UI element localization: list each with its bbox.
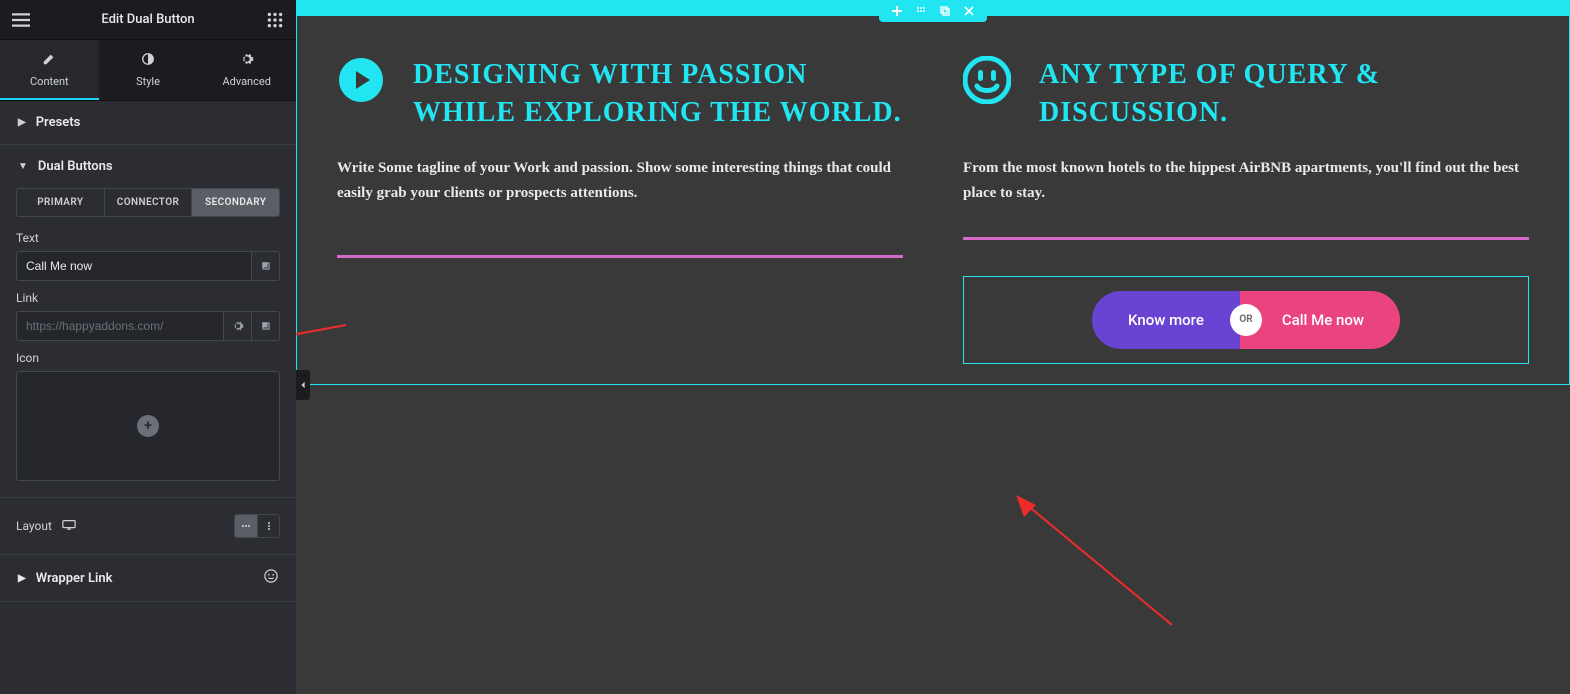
contrast-icon: [141, 52, 155, 69]
caret-right-icon: ▶: [18, 573, 26, 584]
add-icon[interactable]: +: [137, 415, 159, 437]
section-layout: Layout: [0, 498, 296, 555]
caret-down-icon: ▼: [18, 161, 28, 172]
columns: DESIGNING WITH PASSION WHILE EXPLORING T…: [337, 56, 1529, 364]
layout-stack-button[interactable]: [257, 515, 279, 537]
caret-right-icon: ▶: [18, 117, 26, 128]
dual-buttons-body: PRIMARY CONNECTOR SECONDARY Text Link: [0, 188, 296, 497]
smile-icon: [963, 56, 1011, 108]
layout-label: Layout: [16, 519, 52, 533]
desktop-icon[interactable]: [62, 518, 76, 535]
section-title: Wrapper Link: [36, 571, 113, 586]
menu-icon[interactable]: [12, 11, 30, 29]
right-text: From the most known hotels to the hippes…: [963, 156, 1529, 207]
tab-label: Advanced: [222, 75, 270, 88]
tab-label: Style: [136, 75, 160, 88]
section-title: Dual Buttons: [38, 159, 113, 174]
annotation-arrow: [1012, 495, 1192, 639]
link-input-row: [16, 311, 280, 341]
connector-badge: OR: [1230, 304, 1262, 336]
left-text: Write Some tagline of your Work and pass…: [337, 156, 903, 207]
text-input[interactable]: [17, 252, 251, 280]
primary-button[interactable]: Know more: [1092, 291, 1240, 349]
editor-sidebar: Edit Dual Button Content Style Advanced …: [0, 0, 296, 694]
sidebar-header: Edit Dual Button: [0, 0, 296, 40]
tab-content[interactable]: Content: [0, 40, 99, 100]
dual-button: Know more OR Call Me now: [1092, 291, 1400, 349]
play-icon: [337, 56, 385, 108]
secondary-button[interactable]: Call Me now: [1240, 291, 1400, 349]
right-title: ANY TYPE OF QUERY & DISCUSSION.: [1039, 56, 1529, 132]
dual-button-widget[interactable]: Know more OR Call Me now: [963, 276, 1529, 364]
section-presets: ▶ Presets: [0, 101, 296, 145]
section-content[interactable]: DESIGNING WITH PASSION WHILE EXPLORING T…: [296, 16, 1570, 385]
subtab-connector[interactable]: CONNECTOR: [104, 189, 192, 216]
button-subtabs: PRIMARY CONNECTOR SECONDARY: [16, 188, 280, 217]
widgets-grid-icon[interactable]: [266, 11, 284, 29]
collapse-panel-button[interactable]: [296, 370, 310, 400]
layout-controls: [234, 514, 280, 538]
link-input[interactable]: [17, 312, 223, 340]
text-label: Text: [16, 231, 280, 245]
pencil-icon: [42, 52, 56, 69]
link-options-button[interactable]: [223, 312, 251, 340]
subtab-primary[interactable]: PRIMARY: [17, 189, 104, 216]
column-left[interactable]: DESIGNING WITH PASSION WHILE EXPLORING T…: [337, 56, 903, 364]
tab-style[interactable]: Style: [99, 40, 198, 100]
section-dual-buttons: ▼ Dual Buttons PRIMARY CONNECTOR SECONDA…: [0, 145, 296, 498]
presets-header[interactable]: ▶ Presets: [0, 101, 296, 144]
text-input-row: [16, 251, 280, 281]
subtab-secondary[interactable]: SECONDARY: [191, 189, 279, 216]
link-label: Link: [16, 291, 280, 305]
wrapper-link-header[interactable]: ▶ Wrapper Link: [0, 555, 296, 601]
happy-icon: [264, 569, 278, 587]
tab-label: Content: [30, 75, 69, 88]
icon-picker[interactable]: +: [16, 371, 280, 481]
panel-title: Edit Dual Button: [101, 12, 194, 27]
section-wrapper-link: ▶ Wrapper Link: [0, 555, 296, 602]
section-title: Presets: [36, 115, 81, 130]
column-right[interactable]: ANY TYPE OF QUERY & DISCUSSION. From the…: [963, 56, 1529, 364]
dynamic-tags-button[interactable]: [251, 252, 279, 280]
divider: [963, 237, 1529, 240]
editor-canvas: DESIGNING WITH PASSION WHILE EXPLORING T…: [296, 0, 1570, 694]
section-top-bar: [296, 0, 1570, 16]
left-title: DESIGNING WITH PASSION WHILE EXPLORING T…: [413, 56, 903, 132]
dual-buttons-header[interactable]: ▼ Dual Buttons: [0, 145, 296, 188]
tab-advanced[interactable]: Advanced: [197, 40, 296, 100]
icon-label: Icon: [16, 351, 280, 365]
layout-inline-button[interactable]: [235, 515, 257, 537]
panel-tabs: Content Style Advanced: [0, 40, 296, 101]
link-dynamic-button[interactable]: [251, 312, 279, 340]
gear-icon: [240, 52, 254, 69]
divider: [337, 255, 903, 258]
